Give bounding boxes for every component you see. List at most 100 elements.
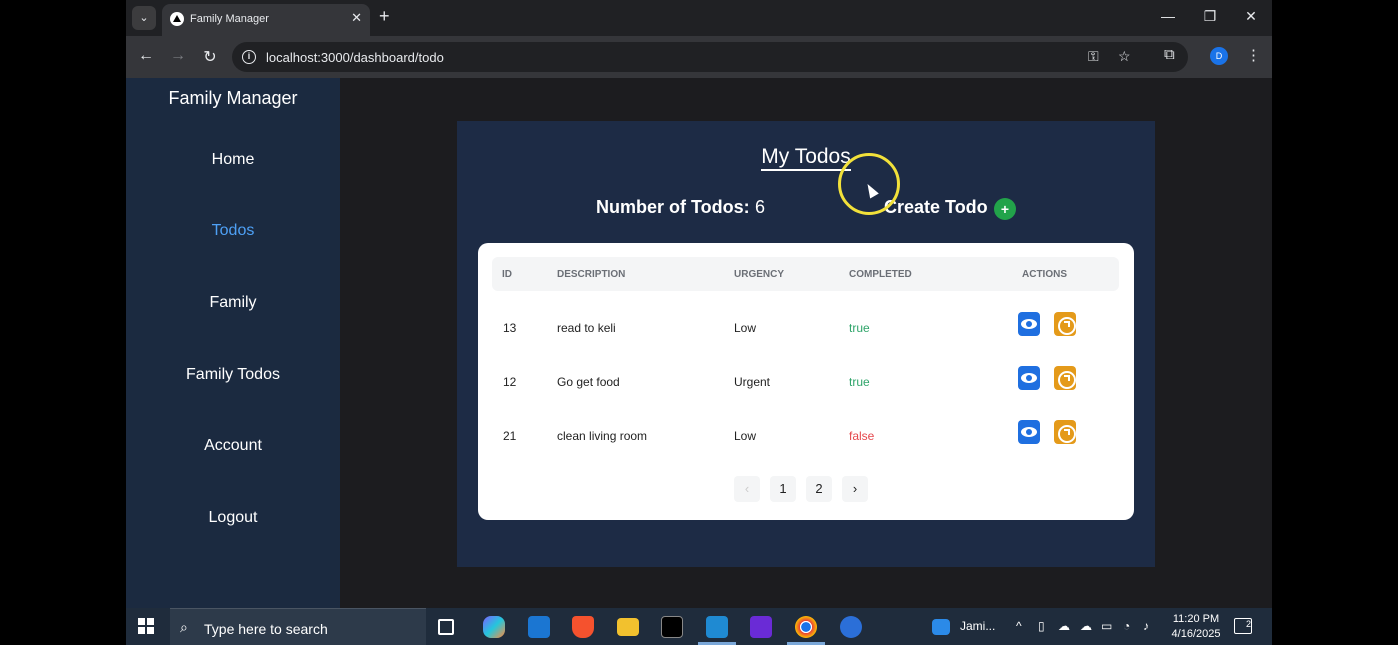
cell-description: Go get food bbox=[557, 375, 620, 389]
tab-search-icon[interactable]: ⌄ bbox=[132, 6, 156, 30]
table-row: 12 Go get food Urgent true bbox=[492, 355, 1119, 409]
prev-page-button[interactable]: ‹ bbox=[734, 476, 760, 502]
windows-taskbar: ⌕ Type here to search Jami... ^ ▯ ☁ ☁ ▭ … bbox=[126, 608, 1272, 645]
outlook-icon[interactable] bbox=[528, 616, 550, 638]
tray-device-icon[interactable]: ▯ bbox=[1038, 619, 1045, 633]
forward-icon[interactable]: → bbox=[168, 47, 188, 65]
close-tab-icon[interactable]: ✕ bbox=[351, 10, 362, 26]
windows-start-icon[interactable] bbox=[138, 618, 154, 634]
url-text[interactable]: localhost:3000/dashboard/todo bbox=[266, 50, 444, 65]
table-header: ID DESCRIPTION URGENCY COMPLETED ACTIONS bbox=[492, 257, 1119, 291]
sidebar-item-family[interactable]: Family bbox=[126, 294, 340, 312]
page-title: My Todos bbox=[457, 145, 1155, 171]
reload-icon[interactable]: ↻ bbox=[200, 47, 220, 67]
clock-date: 4/16/2025 bbox=[1171, 628, 1221, 640]
column-header-completed: COMPLETED bbox=[849, 269, 912, 280]
vscode-icon[interactable] bbox=[706, 616, 728, 638]
tray-battery-icon[interactable]: ▭ bbox=[1101, 619, 1112, 633]
sidebar-item-home[interactable]: Home bbox=[126, 151, 340, 169]
screen: ⌄ Family Manager ✕ + — ❐ ✕ ← → ↻ i local… bbox=[0, 0, 1398, 645]
cell-id: 21 bbox=[503, 429, 517, 443]
page-title-text: My Todos bbox=[761, 145, 851, 171]
menu-kebab-icon[interactable]: ⋮ bbox=[1246, 46, 1261, 64]
cell-completed: false bbox=[849, 429, 875, 443]
brand-title: Family Manager bbox=[168, 88, 298, 108]
view-eye-icon[interactable] bbox=[1018, 312, 1040, 336]
column-header-id: ID bbox=[502, 269, 512, 280]
file-explorer-icon[interactable] bbox=[617, 618, 639, 636]
jetbrains-icon[interactable] bbox=[750, 616, 772, 638]
cell-urgency: Low bbox=[734, 321, 757, 335]
favicon-icon bbox=[170, 12, 184, 26]
minimize-icon[interactable]: — bbox=[1158, 8, 1178, 24]
browser-tab[interactable]: Family Manager ✕ bbox=[162, 4, 370, 36]
table-row: 21 clean living room Low false bbox=[492, 409, 1119, 463]
recording-app-icon[interactable] bbox=[840, 616, 862, 638]
sidebar-item-account[interactable]: Account bbox=[126, 437, 340, 455]
terminal-icon[interactable] bbox=[661, 616, 683, 638]
create-todo-plus-icon[interactable]: + bbox=[994, 198, 1016, 220]
taskbar-search[interactable]: ⌕ Type here to search bbox=[170, 608, 426, 645]
todos-panel: My Todos Number of Todos: 6 Create Todo … bbox=[457, 121, 1155, 567]
next-page-button[interactable]: › bbox=[842, 476, 868, 502]
jami-app-label[interactable]: Jami... bbox=[960, 619, 995, 633]
chrome-icon[interactable] bbox=[795, 616, 817, 638]
sidebar-item-logout[interactable]: Logout bbox=[126, 509, 340, 527]
cell-id: 13 bbox=[503, 321, 517, 335]
tab-bar: ⌄ Family Manager ✕ + — ❐ ✕ bbox=[126, 0, 1272, 36]
copilot-icon[interactable] bbox=[483, 616, 505, 638]
new-tab-icon[interactable]: + bbox=[379, 6, 390, 27]
view-eye-icon[interactable] bbox=[1018, 366, 1040, 390]
cell-description: clean living room bbox=[557, 429, 648, 443]
sidebar: Family Manager Home Todos Family Family … bbox=[126, 78, 340, 608]
search-placeholder[interactable]: Type here to search bbox=[204, 621, 328, 637]
task-view-icon[interactable] bbox=[438, 619, 454, 635]
cell-id: 12 bbox=[503, 375, 517, 389]
column-header-urgency: URGENCY bbox=[734, 269, 785, 280]
view-eye-icon[interactable] bbox=[1018, 420, 1040, 444]
todos-table-card: ID DESCRIPTION URGENCY COMPLETED ACTIONS… bbox=[478, 243, 1134, 520]
sidebar-item-family-todos[interactable]: Family Todos bbox=[126, 366, 340, 384]
todo-count-value: 6 bbox=[755, 197, 766, 217]
tray-cloud-sync-icon[interactable]: ☁ bbox=[1058, 619, 1070, 633]
taskbar-clock[interactable]: 11:20 PM 4/16/2025 bbox=[1166, 612, 1226, 642]
restore-icon[interactable]: ❐ bbox=[1200, 8, 1220, 25]
search-icon: ⌕ bbox=[180, 619, 188, 635]
password-key-icon[interactable]: ⚿ bbox=[1088, 48, 1099, 65]
web-page: Family Manager Home Todos Family Family … bbox=[126, 78, 1272, 608]
sidebar-item-todos[interactable]: Todos bbox=[126, 222, 340, 240]
browser-toolbar: ← → ↻ i localhost:3000/dashboard/todo ⚿ … bbox=[126, 36, 1272, 78]
back-icon[interactable]: ← bbox=[136, 47, 156, 65]
clock-time: 11:20 PM bbox=[1172, 613, 1220, 625]
cell-completed: true bbox=[849, 321, 870, 335]
browser-window: ⌄ Family Manager ✕ + — ❐ ✕ ← → ↻ i local… bbox=[126, 0, 1272, 608]
extensions-icon[interactable]: ⧉ bbox=[1164, 46, 1175, 63]
site-info-icon[interactable]: i bbox=[242, 50, 256, 64]
cell-completed: true bbox=[849, 375, 870, 389]
address-bar[interactable]: i localhost:3000/dashboard/todo ⚿ ☆ bbox=[232, 42, 1188, 72]
bookmark-star-icon[interactable]: ☆ bbox=[1118, 48, 1131, 65]
create-todo-label[interactable]: Create Todo bbox=[884, 197, 988, 218]
cell-urgency: Urgent bbox=[734, 375, 771, 389]
column-header-description: DESCRIPTION bbox=[557, 269, 626, 280]
edit-icon[interactable] bbox=[1054, 366, 1076, 390]
close-window-icon[interactable]: ✕ bbox=[1241, 8, 1261, 25]
edit-icon[interactable] bbox=[1054, 420, 1076, 444]
page-2-button[interactable]: 2 bbox=[806, 476, 832, 502]
notification-count: 2 bbox=[1245, 619, 1251, 629]
cell-urgency: Low bbox=[734, 429, 757, 443]
tray-onedrive-icon[interactable]: ☁ bbox=[1080, 619, 1092, 633]
jami-app-icon[interactable] bbox=[932, 619, 950, 635]
tray-wifi-icon[interactable]: ◔ bbox=[1123, 619, 1130, 633]
cell-description: read to keli bbox=[557, 321, 616, 335]
profile-avatar[interactable]: D bbox=[1210, 47, 1228, 65]
column-header-actions: ACTIONS bbox=[1022, 269, 1067, 280]
tray-volume-icon[interactable]: ♪ bbox=[1143, 619, 1149, 633]
page-1-button[interactable]: 1 bbox=[770, 476, 796, 502]
edit-icon[interactable] bbox=[1054, 312, 1076, 336]
notification-center-icon[interactable]: 2 bbox=[1234, 618, 1252, 634]
tray-chevron-icon[interactable]: ^ bbox=[1016, 619, 1022, 633]
brave-icon[interactable] bbox=[572, 616, 594, 638]
todo-count-label: Number of Todos: bbox=[596, 197, 750, 217]
table-row: 13 read to keli Low true bbox=[492, 301, 1119, 355]
